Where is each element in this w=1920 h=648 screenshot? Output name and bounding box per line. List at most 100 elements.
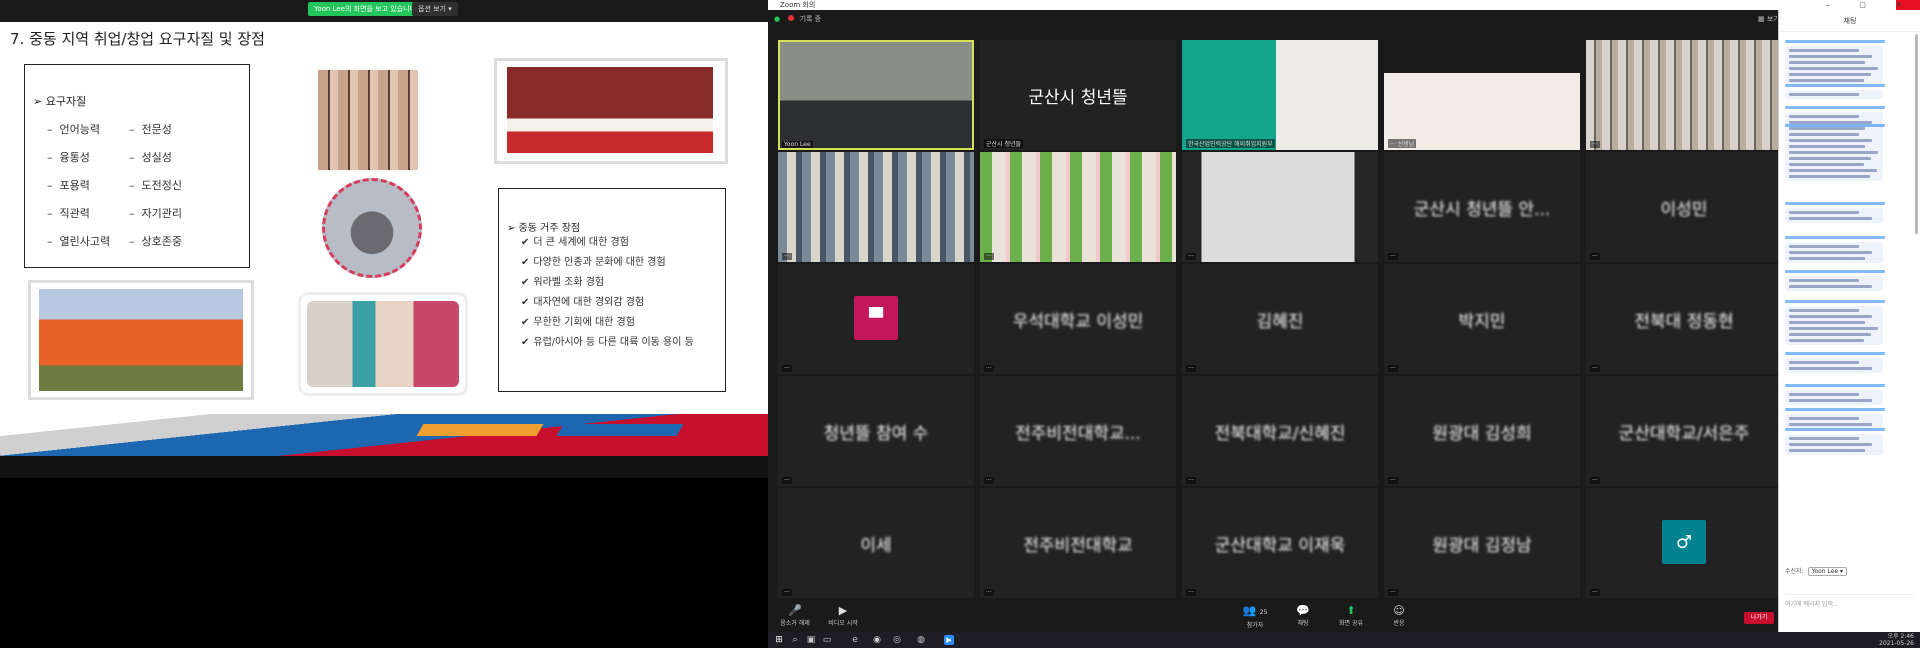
participant-tile[interactable]: ▀ ··· xyxy=(778,264,974,374)
leave-button[interactable]: 나가기 xyxy=(1744,612,1774,624)
view-button[interactable]: ▦ 보기 xyxy=(1758,14,1780,24)
participant-display-name: 청년뜰 참여 수 xyxy=(823,423,929,444)
chat-sender-line xyxy=(1785,428,1885,431)
viewing-notice: Yoon Lee의 화면을 보고 있습니다. xyxy=(308,2,425,16)
check-icon: ✔ xyxy=(521,337,530,348)
chat-panel: 채팅 수신자: Yoon Lee ▾ 여기에 메시지 입력... xyxy=(1778,10,1920,648)
requirement-item: – 포용력 xyxy=(47,179,90,192)
chat-input[interactable]: 여기에 메시지 입력... xyxy=(1785,594,1915,614)
participant-tile[interactable]: 김혜진 ··· xyxy=(1182,264,1378,374)
chat-message xyxy=(1785,306,1883,345)
chat-message xyxy=(1785,390,1883,405)
participant-tile[interactable]: ··· xyxy=(1182,152,1378,262)
participant-tile[interactable]: 전북대 정동현 ··· xyxy=(1586,264,1782,374)
participant-tile[interactable]: 전북대학교/신혜진 ··· xyxy=(1182,376,1378,486)
shared-screen: Yoon Lee의 화면을 보고 있습니다. 옵션 보기 ▾ 7. 중동 지역 … xyxy=(0,0,768,648)
stage-photo-frame xyxy=(494,58,728,164)
chat-button[interactable]: 💬 채팅 xyxy=(1280,604,1326,627)
mute-button[interactable]: 🎤 음소거 해제 xyxy=(772,604,818,627)
requirement-item: – 융통성 xyxy=(47,151,90,164)
participant-display-name: 전주비전대학교... xyxy=(1015,423,1141,444)
participant-name-label: 한국산업인력공단 해외취업지원부 xyxy=(1186,139,1275,148)
participant-name-label: ··· xyxy=(1590,365,1600,372)
participant-tile[interactable]: ♂ ··· xyxy=(1586,488,1782,598)
chat-recipient[interactable]: 수신자: Yoon Lee ▾ xyxy=(1785,566,1848,576)
participant-tile[interactable]: ··· xyxy=(1586,40,1782,150)
zoom-meeting-window: Zoom 회의 – ▢ ✕ ● 기록 중 ▦ 보기 Yoon Lee 군산시 청년… xyxy=(768,0,1920,648)
participant-tile[interactable]: 이성민 ··· xyxy=(1586,152,1782,262)
participants-button[interactable]: 👥 25 참가자 xyxy=(1232,604,1278,629)
share-screen-icon: ⬆ xyxy=(1346,604,1356,617)
participant-name-label: 군산시 청년뜰 xyxy=(984,139,1024,148)
video-button[interactable]: ▶ 비디오 시작 xyxy=(820,604,866,627)
participant-tile[interactable]: 전주비전대학교 ··· xyxy=(980,488,1176,598)
check-icon: ✔ xyxy=(521,297,530,308)
participant-name-label: ··· xyxy=(782,589,792,596)
participant-display-name: 원광대 김정남 xyxy=(1432,535,1532,556)
participant-tile[interactable]: 청년뜰 참여 수 ··· xyxy=(778,376,974,486)
chat-scrollbar[interactable] xyxy=(1915,34,1918,234)
participant-tile[interactable]: 한국산업인력공단 해외취업지원부 xyxy=(1182,40,1378,150)
reactions-button[interactable]: ☺ 반응 xyxy=(1376,604,1422,627)
search-icon[interactable]: ⌕ xyxy=(790,635,800,645)
window-controls[interactable]: – ▢ ✕ xyxy=(1826,0,1916,10)
browser-icon[interactable]: ◉ xyxy=(872,635,882,645)
stage-photo xyxy=(507,67,713,153)
participant-name-label: ··· xyxy=(984,365,994,372)
requirement-item: – 열린사고력 xyxy=(47,235,111,248)
window-title: Zoom 회의 xyxy=(780,1,816,9)
participant-tile[interactable]: 군산시 청년뜰 군산시 청년뜰 xyxy=(980,40,1176,150)
chat-sender-line xyxy=(1785,352,1885,355)
participant-name-label: ··· xyxy=(1186,477,1196,484)
participant-tile[interactable]: ··· 선생님 xyxy=(1384,40,1580,150)
recipient-select[interactable]: Yoon Lee ▾ xyxy=(1807,567,1848,576)
windows-start-icon[interactable]: ⊞ xyxy=(774,635,784,645)
participant-tile[interactable]: 군산대학교/서은주 ··· xyxy=(1586,376,1782,486)
shield-icon[interactable]: ● xyxy=(774,15,780,23)
participant-tile[interactable]: ··· xyxy=(980,152,1176,262)
participant-name-label: ··· xyxy=(1590,589,1600,596)
requirements-header: ➢ 요구자질 xyxy=(33,95,87,108)
kitchen-photo-frame xyxy=(298,292,468,396)
window-titlebar: Zoom 회의 – ▢ ✕ xyxy=(768,0,1920,10)
view-options-button[interactable]: 옵션 보기 ▾ xyxy=(412,2,458,16)
windows-taskbar: ⊞ ⌕ ▣ ▭ e ◉ ◎ ◍ ▶ 오후 2:46 2021-05-26 xyxy=(768,632,1920,648)
requirement-item: – 언어능력 xyxy=(47,123,100,136)
participant-display-name: 전주비전대학교 xyxy=(1023,535,1133,556)
participant-tile[interactable]: 전주비전대학교... ··· xyxy=(980,376,1176,486)
presentation-slide: 7. 중동 지역 취업/창업 요구자질 및 장점 ➢ 요구자질 – 언어능력 –… xyxy=(0,22,768,456)
share-screen-button[interactable]: ⬆ 화면 공유 xyxy=(1328,604,1374,627)
participant-tile[interactable]: 원광대 김정남 ··· xyxy=(1384,488,1580,598)
requirement-item: – 성실성 xyxy=(129,151,172,164)
requirements-box: ➢ 요구자질 – 언어능력 – 융통성 – 포용력 – 직관력 – 열린사고력 … xyxy=(24,64,250,268)
app-icon[interactable]: ◍ xyxy=(916,635,926,645)
video-icon: ▶ xyxy=(838,604,848,617)
participant-display-name: 전북대학교/신혜진 xyxy=(1214,423,1346,444)
chat-message xyxy=(1785,90,1883,99)
participant-tile[interactable]: 군산대학교 이재욱 ··· xyxy=(1182,488,1378,598)
participant-tile[interactable]: 박지민 ··· xyxy=(1384,264,1580,374)
participant-name-label: ··· xyxy=(1186,253,1196,260)
participant-name-label: ··· xyxy=(1186,589,1196,596)
task-view-icon[interactable]: ▣ xyxy=(806,635,816,645)
check-icon: ✔ xyxy=(521,237,530,248)
circle-photo xyxy=(322,178,422,278)
edge-browser-icon[interactable]: e xyxy=(850,635,860,645)
participant-tile[interactable]: 우석대학교 이성민 ··· xyxy=(980,264,1176,374)
avatar: ▀ xyxy=(854,296,898,340)
participant-name-label: ··· xyxy=(782,477,792,484)
system-clock: 오후 2:46 2021-05-26 xyxy=(1879,633,1914,647)
participant-tile[interactable]: Yoon Lee xyxy=(778,40,974,150)
participant-display-name: 군산대학교 이재욱 xyxy=(1214,535,1346,556)
participant-tile[interactable]: ··· xyxy=(778,152,974,262)
chat-message xyxy=(1785,414,1883,429)
participant-tile[interactable]: 이세 ··· xyxy=(778,488,974,598)
file-explorer-icon[interactable]: ▭ xyxy=(822,635,832,645)
share-bottom-bar xyxy=(0,456,768,478)
participant-grid: Yoon Lee 군산시 청년뜰 군산시 청년뜰한국산업인력공단 해외취업지원부 ··… xyxy=(778,40,1788,600)
zoom-taskbar-icon[interactable]: ▶ xyxy=(944,635,954,645)
participant-tile[interactable]: 원광대 김성희 ··· xyxy=(1384,376,1580,486)
chat-message xyxy=(1785,276,1883,291)
chrome-icon[interactable]: ◎ xyxy=(892,635,902,645)
participant-tile[interactable]: 군산시 청년뜰 안... ··· xyxy=(1384,152,1580,262)
